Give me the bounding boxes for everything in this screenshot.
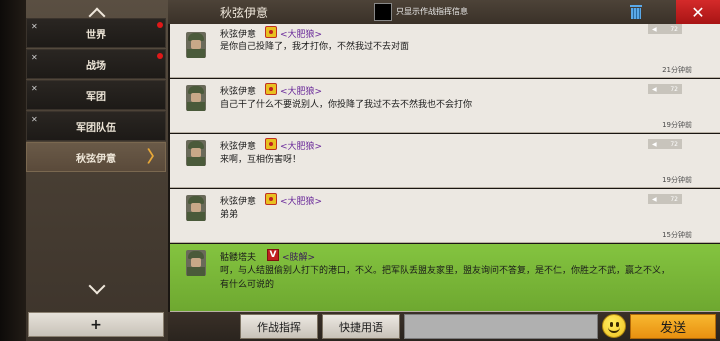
channel-label: 战场 <box>86 60 106 72</box>
message-input[interactable] <box>404 314 598 339</box>
voice-message-button[interactable]: ◀ 72 <box>648 84 682 94</box>
speaker-icon: ◀ <box>652 25 657 33</box>
chat-message-incoming: 骷髅塔夫 V <肢解> 呵，与人结盟偷别人打下的港口，不义。把军队丢盟友家里，盟… <box>170 244 720 312</box>
quick-phrase-button[interactable]: 快捷用语 <box>322 314 400 339</box>
channel-battlefield[interactable]: ✕ 战场 <box>26 49 166 79</box>
avatar[interactable] <box>186 85 206 111</box>
voice-message-button[interactable]: ◀ 72 <box>648 139 682 149</box>
left-edge <box>0 0 26 341</box>
avatar[interactable] <box>186 250 206 276</box>
timestamp: 19分钟前 <box>662 176 692 184</box>
scroll-down-button[interactable] <box>26 276 168 302</box>
timestamp: 19分钟前 <box>662 121 692 129</box>
channel-label: 军团队伍 <box>76 122 116 134</box>
add-channel-button[interactable]: + <box>28 312 164 337</box>
channel-sidebar: ✕ 世界 ✕ 战场 ✕ 军团 ✕ 军团队伍 秋弦伊意 〉 + <box>26 0 168 341</box>
chat-message: 秋弦伊意 <大肥狼> ◀ 72 弟弟 15分钟前 <box>170 189 720 243</box>
pin-icon: ✕ <box>31 84 38 93</box>
message-text: 是你自己投降了，我才打你，不然我过不去对面 <box>220 42 410 52</box>
chat-title: 秋弦伊意 <box>220 6 269 20</box>
sender-name[interactable]: 秋弦伊意 <box>220 27 256 40</box>
command-only-label: 只显示作战指挥信息 <box>396 7 468 16</box>
emoji-icon[interactable] <box>602 314 626 338</box>
chat-message: 秋弦伊意 <大肥狼> ◀ 72 来啊，互相伤害呀！ 19分钟前 <box>170 134 720 188</box>
channel-world[interactable]: ✕ 世界 <box>26 18 166 48</box>
chat-message: 秋弦伊意 <大肥狼> ◀ 72 自己干了什么不要说别人，你投降了我过不去不然我也不… <box>170 79 720 133</box>
alliance-tag: <大肥狼> <box>280 30 323 40</box>
avatar[interactable] <box>186 195 206 221</box>
alliance-tag: <肢解> <box>282 253 316 263</box>
v-badge-icon: V <box>267 249 279 261</box>
voice-message-button[interactable]: ◀ 72 <box>648 24 682 34</box>
speaker-icon: ◀ <box>652 195 657 203</box>
sender-name[interactable]: 骷髅塔夫 <box>220 250 256 263</box>
timestamp: 21分钟前 <box>662 66 692 74</box>
chat-message: 秋弦伊意 <大肥狼> ◀ 72 是你自己投降了，我才打你，不然我过不去对面 21分… <box>170 24 720 78</box>
sender-name[interactable]: 秋弦伊意 <box>220 139 256 152</box>
channel-label: 秋弦伊意 <box>76 153 116 165</box>
channel-legion-team[interactable]: ✕ 军团队伍 <box>26 111 166 141</box>
channel-label: 世界 <box>86 29 106 41</box>
sender-name[interactable]: 秋弦伊意 <box>220 194 256 207</box>
alliance-tag: <大肥狼> <box>280 142 323 152</box>
channel-private-qiuxian[interactable]: 秋弦伊意 〉 <box>26 142 166 172</box>
timestamp: 15分钟前 <box>662 231 692 239</box>
trash-icon[interactable] <box>630 5 642 19</box>
speaker-icon: ◀ <box>652 85 657 93</box>
sender-name[interactable]: 秋弦伊意 <box>220 84 256 97</box>
voice-message-button[interactable]: ◀ 72 <box>648 194 682 204</box>
alliance-tag: <大肥狼> <box>280 87 323 97</box>
radiation-badge-icon <box>265 138 277 150</box>
alliance-tag: <大肥狼> <box>280 197 323 207</box>
unread-dot <box>157 53 163 59</box>
pin-icon: ✕ <box>31 22 38 31</box>
channel-legion[interactable]: ✕ 军团 <box>26 80 166 110</box>
command-only-checkbox[interactable] <box>374 3 392 21</box>
message-text: 来啊，互相伤害呀！ <box>220 155 302 165</box>
radiation-badge-icon <box>265 26 277 38</box>
message-text: 呵，与人结盟偷别人打下的港口，不义。把军队丢盟友家里，盟友询问不答复，是不仁，你… <box>220 266 671 290</box>
avatar[interactable] <box>186 32 206 58</box>
command-button[interactable]: 作战指挥 <box>240 314 318 339</box>
chat-input-bar: 作战指挥 快捷用语 发送 <box>168 312 720 341</box>
message-text: 弟弟 <box>220 210 239 220</box>
chevron-down-icon <box>88 277 106 295</box>
chat-header: 秋弦伊意 只显示作战指挥信息 ✕ <box>168 0 720 24</box>
radiation-badge-icon <box>265 83 277 95</box>
speaker-icon: ◀ <box>652 140 657 148</box>
chevron-right-icon: 〉 <box>147 147 164 166</box>
pin-icon: ✕ <box>31 115 38 124</box>
radiation-badge-icon <box>265 193 277 205</box>
channel-label: 军团 <box>86 91 106 103</box>
avatar[interactable] <box>186 140 206 166</box>
send-button[interactable]: 发送 <box>630 314 716 339</box>
pin-icon: ✕ <box>31 53 38 62</box>
message-text: 自己干了什么不要说别人，你投降了我过不去不然我也不会打你 <box>220 100 473 110</box>
close-button[interactable]: ✕ <box>676 0 720 24</box>
unread-dot <box>157 22 163 28</box>
